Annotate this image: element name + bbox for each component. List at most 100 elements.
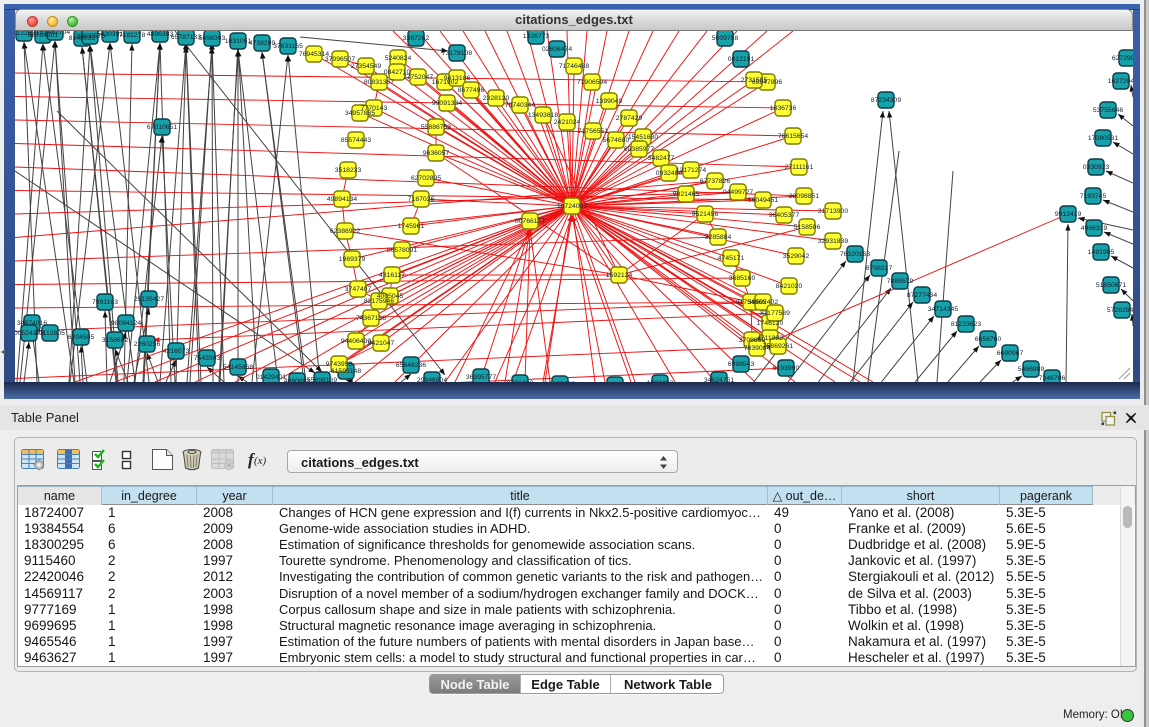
svg-text:1491905: 1491905 (1088, 249, 1115, 256)
svg-text:9821465: 9821465 (673, 191, 700, 198)
svg-text:3747407: 3747407 (345, 286, 372, 293)
svg-text:8708317: 8708317 (866, 265, 893, 272)
svg-text:04499727: 04499727 (723, 189, 753, 196)
svg-text:67010651: 67010651 (147, 124, 177, 131)
svg-text:1836736: 1836736 (770, 105, 797, 112)
svg-text:85574443: 85574443 (341, 137, 371, 144)
svg-text:62386922: 62386922 (330, 228, 360, 235)
svg-text:6998543: 6998543 (728, 361, 755, 368)
svg-text:3387262: 3387262 (403, 35, 430, 42)
svg-text:4738299: 4738299 (249, 40, 276, 47)
svg-text:87234309: 87234309 (871, 97, 901, 104)
svg-text:1326773: 1326773 (523, 33, 550, 40)
svg-text:1969379: 1969379 (339, 256, 366, 263)
svg-text:(x): (x) (254, 455, 267, 467)
svg-text:74367136: 74367136 (356, 315, 386, 322)
svg-text:1592124: 1592124 (606, 272, 633, 279)
svg-text:5158506: 5158506 (794, 224, 821, 231)
svg-text:3518233: 3518233 (335, 167, 362, 174)
svg-text:31713900: 31713900 (818, 208, 848, 215)
svg-text:37631165: 37631165 (273, 43, 303, 50)
svg-text:4745171: 4745171 (718, 255, 745, 262)
svg-text:4316117: 4316117 (379, 272, 405, 279)
svg-text:71746488: 71746488 (559, 63, 589, 70)
svg-text:65648236: 65648236 (396, 362, 426, 369)
svg-text:0812191: 0812191 (728, 56, 755, 63)
svg-text:77752047: 77752047 (403, 74, 433, 81)
svg-text:4216073: 4216073 (163, 348, 190, 355)
svg-text:1745961: 1745961 (398, 223, 425, 230)
svg-text:56049451: 56049451 (748, 197, 778, 204)
svg-text:3158692: 3158692 (102, 337, 129, 344)
svg-text:3529042: 3529042 (783, 253, 810, 260)
svg-text:37996507: 37996507 (325, 56, 355, 63)
svg-text:4060883: 4060883 (284, 378, 311, 382)
svg-text:01429401: 01429401 (256, 374, 286, 381)
svg-text:76615654: 76615654 (778, 133, 808, 140)
svg-text:2787429: 2787429 (616, 115, 643, 122)
svg-text:62702895: 62702895 (411, 175, 441, 182)
svg-text:29946804: 29946804 (417, 377, 447, 382)
svg-text:76320163: 76320163 (840, 251, 870, 258)
svg-text:96405377: 96405377 (769, 212, 799, 219)
svg-text:7193745: 7193745 (1080, 193, 1107, 200)
svg-text:61595148: 61595148 (331, 368, 361, 375)
svg-text:5009788: 5009788 (712, 35, 739, 42)
svg-text:7346706: 7346706 (1039, 375, 1066, 382)
svg-text:98084124: 98084124 (111, 320, 141, 327)
svg-text:3482477: 3482477 (648, 155, 675, 162)
svg-text:39502402: 39502402 (748, 299, 778, 306)
svg-text:2421024: 2421024 (554, 119, 581, 126)
svg-text:5240824: 5240824 (385, 55, 412, 62)
svg-text:6690967: 6690967 (997, 350, 1024, 357)
svg-text:5466889: 5466889 (1018, 366, 1045, 373)
svg-text:34957885: 34957885 (345, 110, 375, 117)
svg-text:13433200: 13433200 (545, 381, 575, 382)
svg-text:73178108: 73178108 (442, 50, 472, 57)
svg-text:62729806: 62729806 (1112, 55, 1133, 62)
svg-text:7182278: 7182278 (119, 32, 146, 39)
svg-text:02606474: 02606474 (542, 46, 572, 53)
svg-text:86578091: 86578091 (387, 247, 417, 254)
svg-text:99091334: 99091334 (432, 100, 462, 107)
svg-text:9743953: 9743953 (326, 361, 353, 368)
svg-text:2731585: 2731585 (741, 77, 768, 84)
svg-text:60385977: 60385977 (624, 146, 654, 153)
svg-text:34624751: 34624751 (704, 377, 734, 382)
svg-text:82175946: 82175946 (364, 298, 394, 305)
svg-text:4711382: 4711382 (757, 335, 783, 342)
svg-text:3685160: 3685160 (729, 275, 756, 282)
svg-text:65787133: 65787133 (171, 34, 201, 41)
svg-text:00766177: 00766177 (515, 218, 545, 225)
svg-text:28098851: 28098851 (789, 193, 819, 200)
svg-text:7543303: 7543303 (194, 355, 221, 362)
svg-text:15451680: 15451680 (628, 134, 658, 141)
svg-text:81177589: 81177589 (760, 310, 790, 317)
svg-text:13171274: 13171274 (676, 167, 706, 174)
svg-text:9912419: 9912419 (1055, 211, 1082, 218)
svg-text:94406409: 94406409 (341, 338, 371, 345)
svg-text:27354549: 27354549 (351, 63, 381, 70)
svg-text:5674680: 5674680 (603, 137, 630, 144)
svg-text:17080531: 17080531 (1088, 135, 1118, 142)
svg-text:80112805: 80112805 (35, 330, 65, 337)
svg-text:8421020: 8421020 (776, 283, 803, 290)
svg-text:1627204: 1627204 (1108, 78, 1133, 85)
svg-text:34874016: 34874016 (17, 320, 47, 327)
svg-text:54145868: 54145868 (223, 364, 253, 371)
svg-text:2260256: 2260256 (134, 341, 161, 348)
svg-text:5098393: 5098393 (199, 35, 226, 42)
svg-text:34714345: 34714345 (928, 306, 958, 313)
svg-text:7187026: 7187026 (408, 196, 435, 203)
svg-text:71756551: 71756551 (578, 128, 608, 135)
svg-text:27111161: 27111161 (785, 164, 814, 171)
svg-text:9413186: 9413186 (444, 75, 471, 82)
svg-text:9636057: 9636057 (423, 150, 450, 157)
svg-text:7839084: 7839084 (744, 345, 771, 352)
svg-text:55886753: 55886753 (421, 124, 451, 131)
svg-text:79740344: 79740344 (505, 102, 535, 109)
svg-text:71906594: 71906594 (577, 79, 607, 86)
svg-text:80831367: 80831367 (364, 79, 394, 86)
svg-text:1399049: 1399049 (596, 98, 623, 105)
svg-text:36995777: 36995777 (466, 374, 496, 381)
